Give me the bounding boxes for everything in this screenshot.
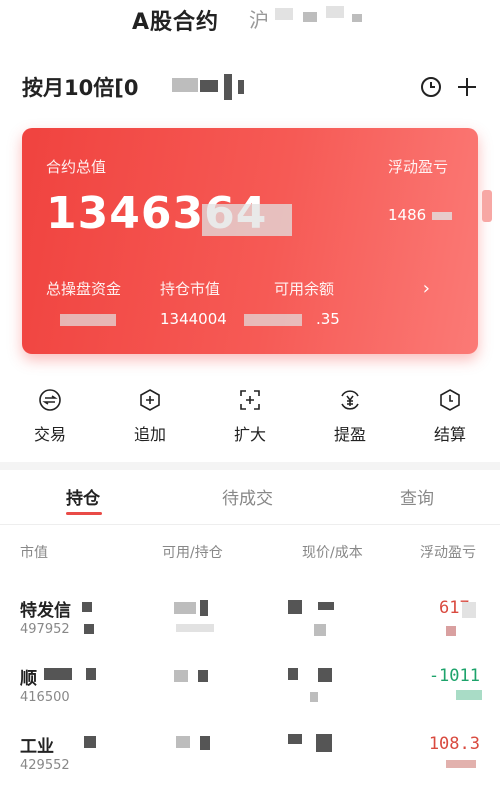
table-row[interactable]: 特发信 497952 617. [0, 592, 500, 652]
table-row[interactable]: 工业 429552 108.3 [0, 728, 500, 788]
redacted-block [176, 624, 214, 632]
floating-pnl-value: 1486 [388, 206, 427, 224]
redacted-block [288, 600, 302, 614]
redacted-block [318, 668, 332, 682]
expand-label: 扩大 [233, 425, 266, 444]
floating-pnl-value: 108.3 [428, 734, 480, 754]
redacted-block [446, 626, 456, 636]
redacted-block [303, 12, 317, 22]
table-row[interactable]: 顺 416500 -1011 [0, 660, 500, 720]
stock-market-value: 497952 [20, 622, 70, 637]
redacted-block [310, 692, 318, 702]
redacted-block [288, 734, 302, 744]
quick-actions: 交易 追加 扩大 提盈 结算 [0, 388, 500, 454]
add-funds-label: 追加 [133, 425, 166, 444]
holding-value-label: 持仓市值 [160, 280, 221, 298]
trade-button[interactable]: 交易 [20, 388, 80, 445]
redacted-block [432, 212, 452, 220]
tab-query[interactable]: 查询 [400, 484, 434, 509]
contract-summary-card[interactable]: 合约总值 浮动盈亏 1346364 1486 总操盘资金 持仓市值 可用余额 ›… [22, 128, 478, 354]
settle-label: 结算 [433, 425, 466, 444]
chevron-right-icon[interactable]: › [423, 278, 430, 299]
redacted-block [86, 668, 96, 680]
withdraw-profit-button[interactable]: 提盈 [320, 388, 380, 445]
available-balance-value: .35 [316, 310, 340, 328]
redacted-block [200, 736, 210, 750]
section-divider [0, 462, 500, 470]
plus-hexagon-icon [138, 388, 162, 412]
holdings-table-header: 市值 可用/持仓 现价/成本 浮动盈亏 [0, 538, 500, 564]
redacted-block [202, 204, 292, 236]
add-icon[interactable] [452, 72, 482, 102]
stock-name: 特发信 [20, 601, 71, 621]
tab-holdings[interactable]: 持仓 [66, 484, 100, 509]
redacted-block [238, 80, 244, 94]
stock-market-value: 416500 [20, 690, 70, 705]
tab-pending-orders[interactable]: 待成交 [222, 484, 273, 509]
total-value-label: 合约总值 [46, 158, 107, 176]
column-available-holding: 可用/持仓 [162, 545, 223, 561]
top-bar: A股合约 沪 [0, 0, 500, 40]
redacted-block [84, 624, 94, 634]
redacted-block [172, 78, 198, 92]
history-clock-icon[interactable] [416, 72, 446, 102]
stock-market-value: 429552 [20, 758, 70, 773]
redacted-block [326, 6, 344, 18]
redacted-block [314, 624, 326, 636]
exchange-icon [38, 388, 62, 412]
withdraw-profit-label: 提盈 [333, 425, 366, 444]
redacted-block [352, 14, 362, 22]
add-funds-button[interactable]: 追加 [120, 388, 180, 445]
expand-button[interactable]: 扩大 [220, 388, 280, 445]
available-balance-label: 可用余额 [274, 280, 335, 298]
yen-withdraw-icon [338, 388, 362, 412]
redacted-block [174, 602, 196, 614]
redacted-block [462, 602, 476, 618]
trade-label: 交易 [33, 425, 66, 444]
account-selector[interactable]: 按月10倍[0 [0, 68, 500, 108]
redacted-block [60, 314, 116, 326]
column-market-value: 市值 [20, 545, 48, 561]
redacted-block [224, 74, 232, 100]
redacted-block [446, 760, 476, 768]
holding-value: 1344004 [160, 310, 227, 328]
page-title: A股合约 [132, 10, 220, 35]
stock-name: 工业 [20, 737, 54, 757]
column-price-cost: 现价/成本 [302, 545, 363, 561]
redacted-block [456, 690, 482, 700]
active-tab-indicator [66, 512, 102, 515]
clock-settle-icon [438, 388, 462, 412]
redacted-block [318, 602, 334, 610]
redacted-block [84, 736, 96, 748]
redacted-block [44, 668, 72, 680]
floating-pnl-label: 浮动盈亏 [388, 158, 449, 176]
redacted-block [174, 670, 188, 682]
redacted-block [244, 314, 302, 326]
redacted-block [176, 736, 190, 748]
redacted-block [200, 80, 218, 92]
next-card-peek[interactable] [482, 190, 492, 222]
stock-name: 顺 [20, 669, 37, 689]
position-tabs: 持仓 待成交 查询 [0, 478, 500, 525]
total-margin-label: 总操盘资金 [46, 280, 122, 298]
expand-icon [238, 388, 262, 412]
redacted-block [200, 600, 208, 616]
market-subtitle[interactable]: 沪 [249, 4, 269, 33]
redacted-block [288, 668, 298, 680]
redacted-block [198, 670, 208, 682]
floating-pnl-value: -1011 [428, 666, 480, 686]
account-name[interactable]: 按月10倍[0 [22, 72, 138, 102]
redacted-block [316, 734, 332, 752]
column-floating-pnl: 浮动盈亏 [420, 545, 476, 561]
redacted-block [275, 8, 293, 20]
redacted-block [82, 602, 92, 612]
settle-button[interactable]: 结算 [420, 388, 480, 445]
